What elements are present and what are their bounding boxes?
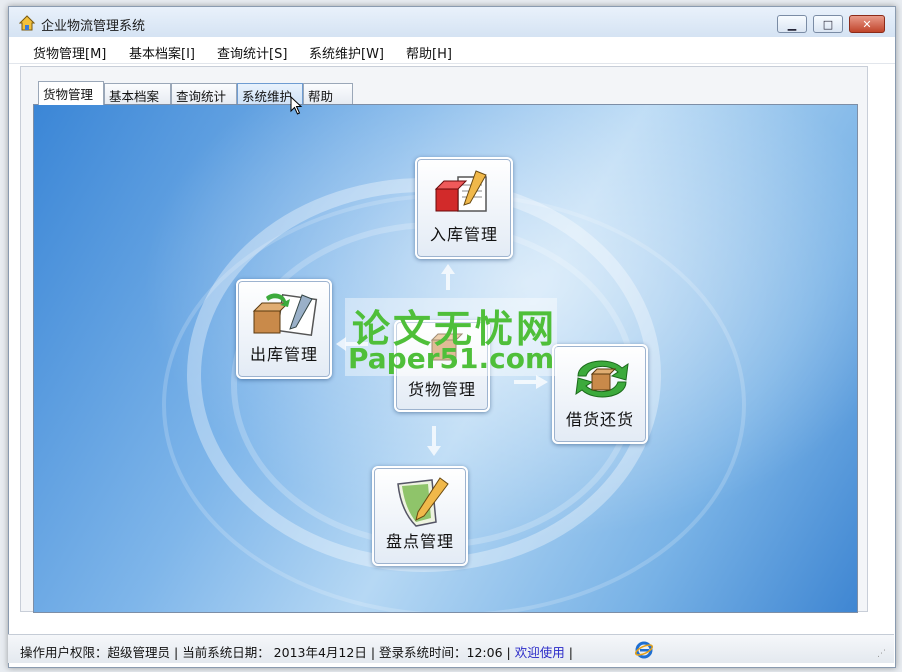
title-bar[interactable]: 企业物流管理系统 ▁ □ ✕ (9, 7, 895, 38)
watermark-en: Paper51.com (348, 342, 555, 375)
window-title: 企业物流管理系统 (41, 19, 146, 34)
inventory-button[interactable]: 盘点管理 (372, 466, 468, 566)
menu-archive[interactable]: 基本档案[I] (129, 43, 195, 62)
home-icon (19, 15, 35, 31)
maximize-button[interactable]: □ (813, 15, 843, 33)
mouse-cursor-icon (290, 96, 303, 115)
close-icon: ✕ (862, 17, 872, 31)
outbound-button[interactable]: 出库管理 (236, 279, 332, 379)
status-line: 操作用户权限：超级管理员 | 当前系统日期： 2013年4月12日 | 登录系统… (20, 642, 573, 661)
tab-cargo[interactable]: 货物管理 (38, 81, 104, 105)
tab-help[interactable]: 帮助 (303, 83, 353, 104)
minimize-button[interactable]: ▁ (777, 15, 807, 33)
status-permission: 操作用户权限：超级管理员 (20, 645, 171, 660)
status-bar: 操作用户权限：超级管理员 | 当前系统日期： 2013年4月12日 | 登录系统… (8, 634, 894, 663)
tab-query[interactable]: 查询统计 (171, 83, 237, 104)
status-date: 当前系统日期： 2013年4月12日 (182, 645, 367, 660)
status-login: 登录系统时间：12:06 (379, 645, 503, 660)
status-sep-4: | (568, 645, 573, 660)
minimize-icon: ▁ (787, 17, 797, 31)
menu-cargo[interactable]: 货物管理[M] (33, 43, 106, 62)
center-label: 货物管理 (407, 380, 476, 399)
arrow-down-icon (427, 426, 441, 456)
menu-bar: 货物管理[M] 基本档案[I] 查询统计[S] 系统维护[W] 帮助[H] (9, 37, 895, 64)
inbound-label: 入库管理 (429, 225, 498, 244)
menu-help[interactable]: 帮助[H] (406, 43, 452, 62)
inbound-button[interactable]: 入库管理 (415, 157, 513, 259)
status-welcome: 欢迎使用 (514, 645, 565, 660)
status-sep-1: | (174, 645, 183, 660)
tab-archive[interactable]: 基本档案 (104, 83, 171, 104)
arrow-up-icon (441, 264, 455, 290)
status-sep-3: | (506, 645, 515, 660)
ie-icon (635, 641, 653, 659)
borrow-return-label: 借货还货 (565, 410, 634, 429)
borrow-return-icon (575, 360, 629, 398)
inbound-icon (434, 170, 487, 212)
status-sep-2: | (370, 645, 380, 660)
inventory-label: 盘点管理 (385, 532, 454, 551)
maximize-icon: □ (822, 17, 834, 31)
borrow-return-button[interactable]: 借货还货 (552, 344, 648, 444)
outbound-icon (252, 293, 318, 337)
close-button[interactable]: ✕ (849, 15, 885, 33)
outbound-label: 出库管理 (249, 345, 318, 364)
menu-query[interactable]: 查询统计[S] (217, 43, 287, 62)
inventory-icon (397, 477, 449, 527)
menu-system[interactable]: 系统维护[W] (309, 43, 384, 62)
resize-grip-icon[interactable]: ⋰ (877, 649, 886, 659)
